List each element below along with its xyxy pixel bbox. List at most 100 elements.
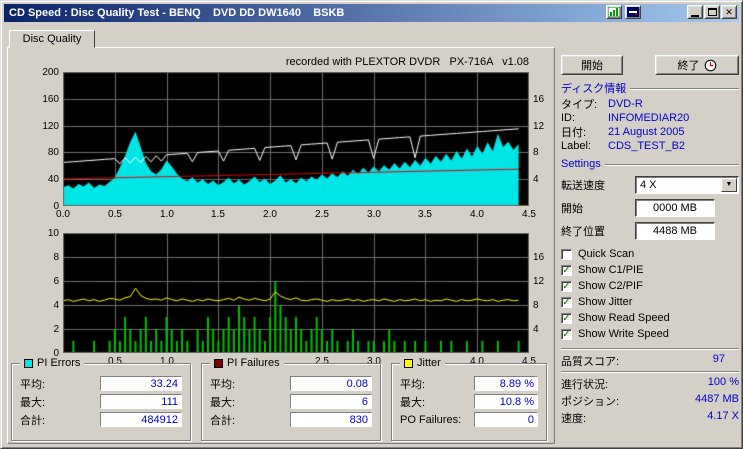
checkbox-label: Show C2/PIF [578,280,643,292]
chart-icon [608,7,620,17]
y-axis-right-label: 4 [533,174,539,185]
y-axis-right-label: 4 [533,324,539,335]
minimize-button[interactable] [687,5,703,19]
drive-icon [627,7,639,17]
y-axis-left-label: 4 [53,300,59,311]
checkbox-box[interactable]: ✓ [561,280,572,292]
checkbox-show-write-speed[interactable]: ✓ Show Write Speed [561,326,739,342]
checkbox-show-jitter[interactable]: ✓ Show Jitter [561,294,739,310]
settings-header: Settings [561,157,739,171]
disc-id-row: ID: INFOMEDIAR20 [561,111,739,125]
y-axis-left-label: 120 [42,121,59,132]
y-axis-left-label: 80 [47,147,59,158]
y-axis-left-label: 200 [42,67,59,78]
dropdown-arrow-button[interactable] [721,177,737,192]
stat-boxes: PI Errors 平均: 33.24 最大: 111 合計: 484912 PI Failu… [11,357,547,441]
checkbox-quick-scan[interactable]: Quick Scan [561,246,739,262]
disc-id-label: ID: [561,112,576,124]
side-panel: 開始 終了 ディスク情報 タイプ: DVD-R ID: INFOMEDIAR20… [561,47,739,425]
stat-label: 最大: [210,396,236,409]
stat-box-pi-errors: PI Errors 平均: 33.24 最大: 111 合計: 484912 [11,357,191,441]
stat-box-legend: Jitter [400,357,445,369]
tab-disc-quality[interactable]: Disc Quality [9,30,95,48]
transfer-speed-label: 転送速度 [561,179,605,192]
drive-icon-button[interactable] [625,5,641,19]
stat-row-po-failures: PO Failures: 0 [400,412,538,427]
disc-type-label: タイプ: [561,99,598,111]
stat-value: 33.24 [100,376,182,391]
checkbox-show-c2-pif[interactable]: ✓ Show C2/PIF [561,278,739,294]
speed-row: 速度: 4.17 X [561,410,739,425]
chart-header: recorded with PLEXTOR DVDR PX-716A v1.08 [285,56,529,68]
checkbox-show-read-speed[interactable]: ✓ Show Read Speed [561,310,739,326]
chart-canvas [63,233,529,353]
stat-value: 830 [290,412,372,427]
maximize-icon [707,8,717,16]
disc-type-value: DVD-R [608,98,643,110]
stat-row-: 平均: 0.08 [210,376,372,391]
quality-score-label: 品質スコア: [561,356,620,368]
start-position-label: 開始 [561,202,583,215]
exit-button[interactable]: 終了 [655,55,739,75]
checkbox-box[interactable] [561,248,572,260]
stat-box-jitter: Jitter 平均: 8.89 % 最大: 10.8 % PO Failures: 0 [391,357,547,441]
stat-row-: 平均: 8.89 % [400,376,538,391]
position-label: ポジション: [561,396,620,408]
start-button[interactable]: 開始 [561,55,623,75]
y-axis-right-label: 8 [533,300,539,311]
y-axis-left-label: 6 [53,276,59,287]
x-axis-label: 3.0 [367,209,381,220]
close-button[interactable]: ✕ [721,5,737,19]
chart-icon-button[interactable] [606,5,622,19]
end-position-input[interactable] [635,221,715,240]
clock-icon [704,59,716,71]
x-axis-label: 1.5 [211,209,225,220]
stat-value: 10.8 % [474,394,538,409]
stat-label: 平均: [210,378,236,391]
checkbox-list: Quick Scan ✓ Show C1/PIE ✓ Show C2/PIF ✓ Show … [561,246,739,342]
disc-id-value: INFOMEDIAR20 [608,112,690,124]
y-axis-right-label: 16 [533,252,545,263]
start-position-input[interactable] [635,198,715,217]
close-icon: ✕ [725,7,733,17]
checkbox-box[interactable]: ✓ [561,296,572,308]
stat-label: 平均: [20,378,46,391]
stat-label: 最大: [400,396,426,409]
stat-box-title: PI Failures [227,357,280,369]
y-axis-right-label: 12 [533,276,545,287]
stat-box-title: Jitter [417,357,441,369]
settings-header-label: Settings [561,158,601,170]
checkbox-box[interactable]: ✓ [561,312,572,324]
progress-row: 進行状況: 100 % [561,376,739,391]
stat-value: 111 [100,394,182,409]
disc-info-header-label: ディスク情報 [561,83,627,95]
y-axis-right-label: 8 [533,147,539,158]
stat-value: 0 [474,412,538,427]
y-axis-right-label: 16 [533,94,545,105]
stat-value: 8.89 % [474,376,538,391]
app-window: CD Speed : Disc Quality Test - BENQ DVD … [0,0,743,449]
stat-value: 0.08 [290,376,372,391]
speed-select[interactable]: 4 X [635,175,739,194]
checkbox-show-c1-pie[interactable]: ✓ Show C1/PIE [561,262,739,278]
stat-label: 平均: [400,378,426,391]
stat-label: 合計: [20,414,46,427]
chart-canvas [63,72,529,206]
stat-row-: 平均: 33.24 [20,376,182,391]
y-axis-right-label: 12 [533,121,545,132]
titlebar[interactable]: CD Speed : Disc Quality Test - BENQ DVD … [4,4,739,22]
x-axis-label: 2.5 [315,209,329,220]
checkbox-box[interactable]: ✓ [561,328,572,340]
stat-label: 合計: [210,414,236,427]
maximize-button[interactable] [704,5,720,19]
speed-value: 4.17 X [707,410,739,422]
divider [561,371,739,373]
x-axis-label: 2.0 [263,209,277,220]
pif-jitter-chart: 10864201612840.00.51.01.52.02.53.03.54.0… [48,228,544,367]
stat-box-legend: PI Failures [210,357,284,369]
start-button-label: 開始 [581,60,603,72]
disc-date-label: 日付: [561,127,587,139]
disc-date-row: 日付: 21 August 2005 [561,125,739,139]
checkbox-box[interactable]: ✓ [561,264,572,276]
disc-label-value: CDS_TEST_B2 [608,140,686,152]
